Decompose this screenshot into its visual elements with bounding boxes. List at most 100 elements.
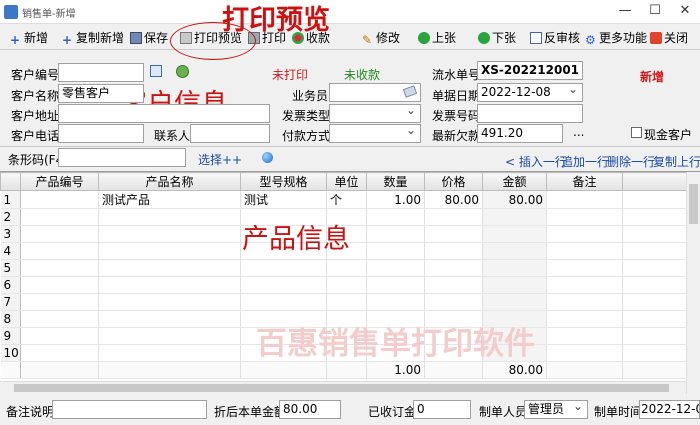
debt-details-button[interactable]: ...	[573, 125, 584, 139]
table-cell[interactable]	[546, 190, 623, 209]
table-cell[interactable]	[366, 276, 425, 294]
table-cell[interactable]	[482, 208, 547, 226]
customer-phone-input[interactable]	[58, 124, 144, 143]
remark-input[interactable]	[52, 400, 207, 419]
scrollbar-thumb[interactable]	[689, 184, 698, 224]
discount-amount-input[interactable]: 80.00	[279, 400, 341, 419]
received-deposit-input[interactable]: 0	[413, 400, 471, 419]
customer-address-input[interactable]	[58, 104, 270, 123]
customer-name-input[interactable]: 零售客户	[58, 84, 144, 103]
column-header[interactable]: 单位	[326, 172, 367, 191]
table-row[interactable]: 7	[0, 293, 687, 311]
table-cell[interactable]	[546, 259, 623, 277]
table-cell[interactable]	[482, 225, 547, 243]
insert-row-link[interactable]: < 插入一行	[505, 153, 567, 170]
column-header[interactable]: 价格	[424, 172, 483, 191]
vertical-scrollbar[interactable]	[686, 172, 700, 394]
table-cell[interactable]	[98, 276, 241, 294]
table-cell[interactable]	[20, 310, 99, 328]
table-cell[interactable]	[98, 327, 241, 345]
copy-row-link[interactable]: 复制上行	[653, 153, 700, 170]
table-cell[interactable]	[424, 259, 483, 277]
next-button[interactable]: 下张	[478, 29, 516, 47]
maker-select[interactable]: 管理员	[524, 400, 588, 419]
table-row[interactable]: 6	[0, 276, 687, 294]
column-header[interactable]: 备注	[546, 172, 623, 191]
table-cell[interactable]: 测试产品	[98, 190, 241, 209]
table-cell[interactable]	[546, 327, 623, 345]
table-cell[interactable]	[98, 208, 241, 226]
make-time-field[interactable]: 2022-12-08	[639, 400, 700, 419]
table-cell[interactable]	[546, 344, 623, 362]
table-cell[interactable]	[20, 190, 99, 209]
table-cell[interactable]	[20, 293, 99, 311]
table-cell[interactable]	[20, 242, 99, 260]
search-icon[interactable]	[150, 65, 162, 77]
table-cell[interactable]	[424, 276, 483, 294]
table-row[interactable]: 5	[0, 259, 687, 277]
table-cell[interactable]	[546, 310, 623, 328]
cash-customer-checkbox[interactable]	[631, 127, 642, 138]
select-product-link[interactable]: 选择++	[198, 151, 242, 168]
copy-new-button[interactable]: + 复制新增	[62, 29, 124, 47]
table-cell[interactable]	[240, 259, 327, 277]
table-cell[interactable]: 1.00	[366, 190, 425, 209]
date-picker[interactable]: 2022-12-08	[477, 83, 583, 102]
column-header[interactable]: 产品名称	[98, 172, 241, 191]
previous-button[interactable]: 上张	[418, 29, 456, 47]
invoice-no-input[interactable]	[477, 104, 583, 123]
column-header[interactable]: 数量	[366, 172, 425, 191]
table-cell[interactable]	[366, 259, 425, 277]
table-cell[interactable]	[20, 259, 99, 277]
customer-code-input[interactable]	[58, 63, 144, 82]
table-cell[interactable]: 个	[326, 190, 367, 209]
table-cell[interactable]: 测试	[240, 190, 327, 209]
payment-method-select[interactable]	[329, 124, 421, 143]
table-cell[interactable]	[366, 242, 425, 260]
table-cell[interactable]	[326, 259, 367, 277]
close-window-button[interactable]: ✕	[670, 0, 700, 24]
table-cell[interactable]	[20, 327, 99, 345]
refresh-icon[interactable]	[176, 65, 189, 78]
scrollbar-thumb[interactable]	[14, 384, 669, 392]
maximize-button[interactable]: ☐	[640, 0, 670, 24]
table-cell[interactable]	[98, 242, 241, 260]
table-cell[interactable]	[546, 242, 623, 260]
table-cell[interactable]	[546, 225, 623, 243]
barcode-input[interactable]	[58, 148, 186, 167]
table-cell[interactable]	[20, 225, 99, 243]
table-cell[interactable]	[424, 242, 483, 260]
table-cell[interactable]	[546, 293, 623, 311]
delete-row-link[interactable]: 删除一行	[607, 153, 655, 170]
append-row-link[interactable]: 追加一行	[561, 153, 609, 170]
table-cell[interactable]	[424, 208, 483, 226]
table-cell[interactable]	[98, 344, 241, 362]
minimize-button[interactable]: —	[610, 0, 640, 24]
table-cell[interactable]	[98, 259, 241, 277]
serial-no-field[interactable]: XS-202212001	[477, 61, 583, 80]
table-cell[interactable]	[366, 208, 425, 226]
table-cell[interactable]	[20, 276, 99, 294]
contact-input[interactable]	[190, 124, 270, 143]
table-cell[interactable]	[424, 225, 483, 243]
table-cell[interactable]	[366, 293, 425, 311]
table-cell[interactable]	[240, 276, 327, 294]
column-header[interactable]: 金额	[482, 172, 547, 191]
table-cell[interactable]	[482, 259, 547, 277]
table-cell[interactable]	[424, 293, 483, 311]
table-cell[interactable]	[240, 293, 327, 311]
unapprove-button[interactable]: 反审核	[530, 29, 580, 47]
column-header[interactable]: 产品编号	[20, 172, 99, 191]
invoice-type-select[interactable]	[329, 104, 421, 123]
table-cell[interactable]	[20, 208, 99, 226]
table-cell[interactable]	[98, 293, 241, 311]
table-cell[interactable]: 80.00	[482, 190, 547, 209]
globe-icon[interactable]	[262, 152, 273, 163]
more-functions-button[interactable]: ⚙ 更多功能	[585, 29, 647, 47]
table-cell[interactable]: 80.00	[424, 190, 483, 209]
table-cell[interactable]	[326, 276, 367, 294]
table-cell[interactable]	[546, 276, 623, 294]
table-cell[interactable]	[482, 293, 547, 311]
table-row[interactable]: 1 测试产品 测试个 1.00 80.00 80.00	[0, 190, 687, 209]
table-cell[interactable]	[366, 225, 425, 243]
